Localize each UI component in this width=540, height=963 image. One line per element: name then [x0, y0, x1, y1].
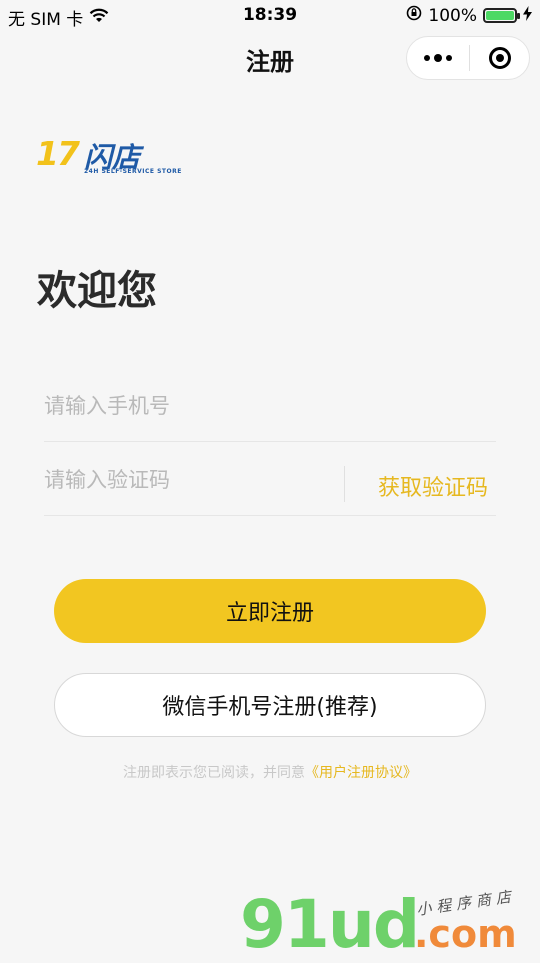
- get-code-button[interactable]: 获取验证码: [378, 470, 488, 502]
- watermark-brand: 91ud: [240, 886, 420, 963]
- phone-input[interactable]: [44, 394, 464, 418]
- battery-icon: [483, 8, 520, 23]
- orientation-lock-icon: [406, 5, 422, 26]
- more-dots-icon[interactable]: [407, 37, 469, 79]
- charging-icon: [523, 5, 532, 26]
- brand-logo: 17 闪店 24H SELF-SERVICE STORE: [36, 134, 181, 178]
- status-bar: 无 SIM 卡 18:39 100%: [0, 0, 540, 30]
- agreement-text: 注册即表示您已阅读，并同意《用户注册协议》: [0, 762, 540, 782]
- wechat-register-button[interactable]: 微信手机号注册(推荐): [54, 673, 486, 737]
- code-divider: [344, 466, 345, 502]
- status-right: 100%: [406, 5, 532, 26]
- phone-field: [44, 370, 496, 442]
- battery-percent: 100%: [428, 5, 477, 26]
- watermark: 91ud 小程序商店 .com: [240, 886, 530, 963]
- user-agreement-link[interactable]: 《用户注册协议》: [305, 765, 417, 781]
- nav-bar: 注册: [0, 30, 540, 88]
- logo-number: 17: [36, 134, 80, 173]
- register-button[interactable]: 立即注册: [54, 579, 486, 643]
- logo-tagline: 24H SELF-SERVICE STORE: [84, 168, 182, 175]
- code-field: 获取验证码: [44, 444, 496, 516]
- welcome-heading: 欢迎您: [37, 268, 157, 314]
- agreement-statement: 注册即表示您已阅读，并同意: [123, 765, 305, 781]
- verification-code-input[interactable]: [44, 468, 334, 492]
- miniprogram-capsule: [406, 36, 530, 80]
- target-circle-icon[interactable]: [470, 37, 529, 79]
- watermark-domain: .com: [414, 912, 517, 956]
